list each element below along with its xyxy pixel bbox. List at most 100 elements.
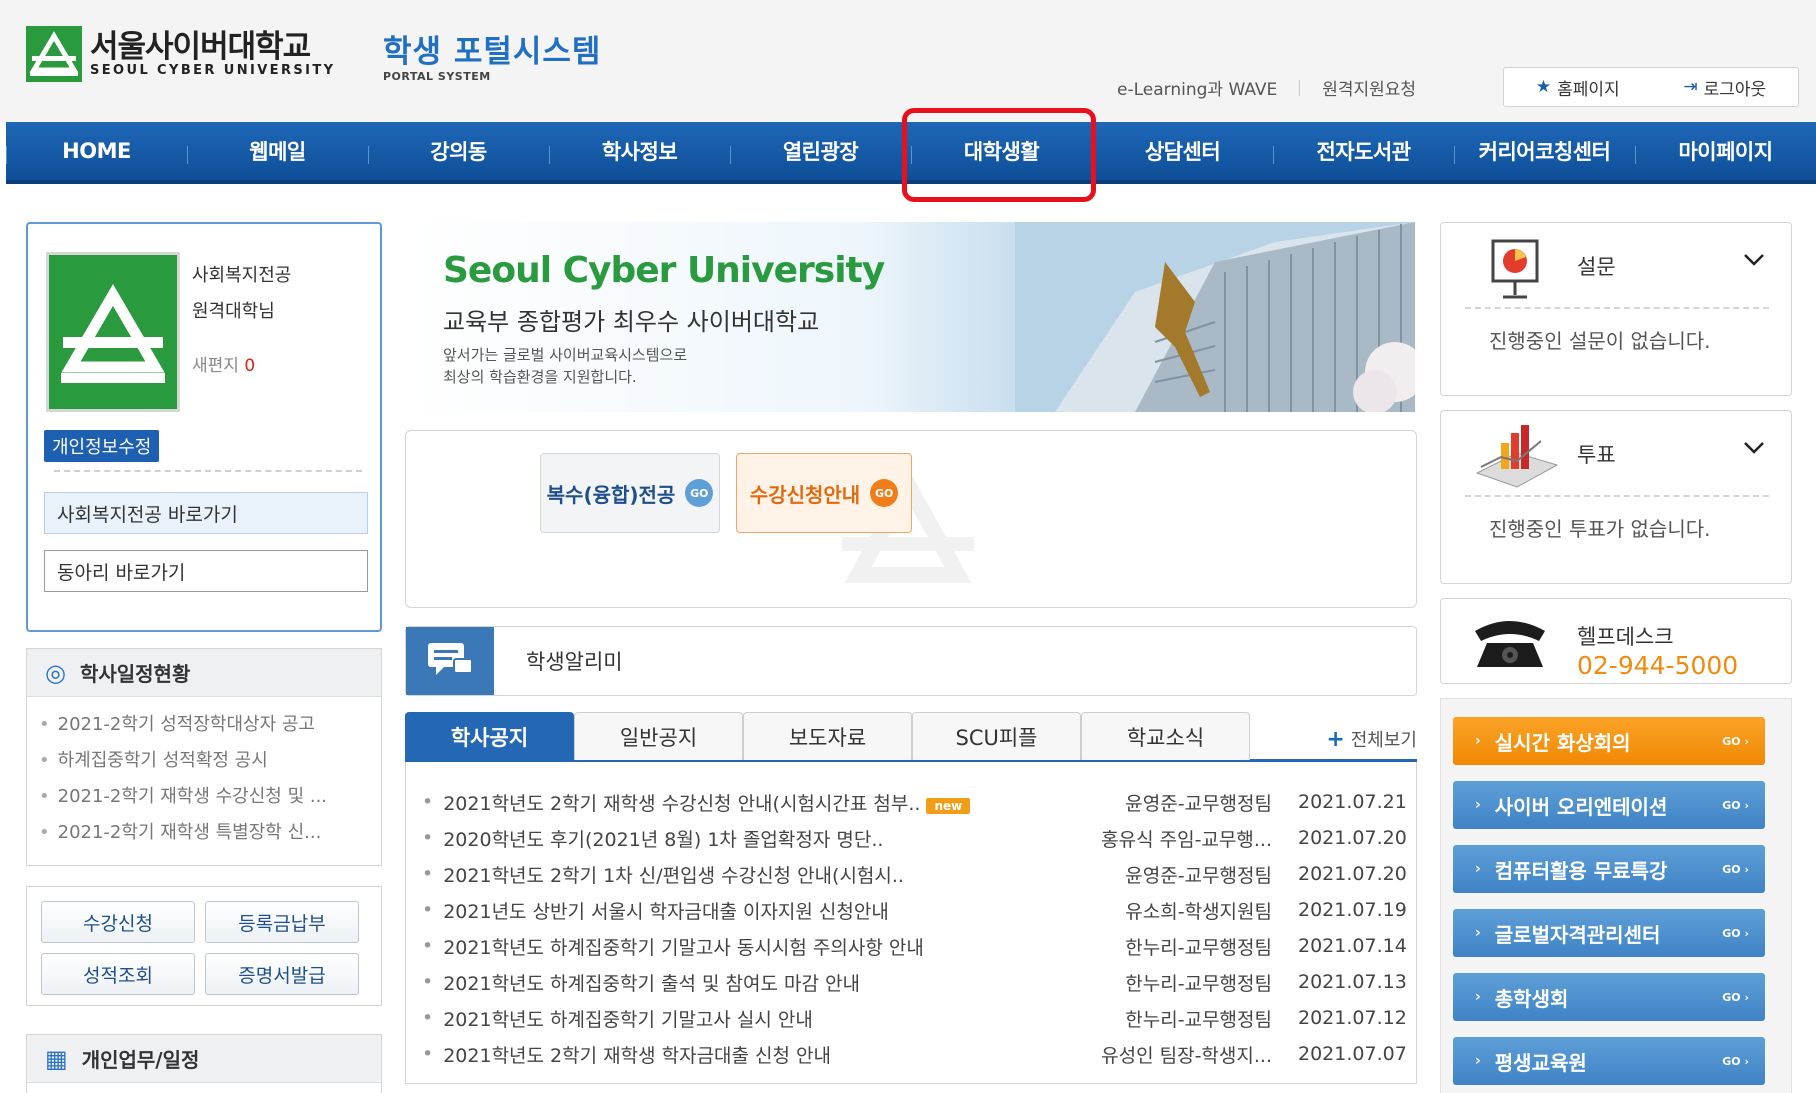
grade-inquiry-button[interactable]: 성적조회 <box>41 953 195 995</box>
survey-board-icon <box>1491 239 1539 299</box>
tab-academic-notice[interactable]: 학사공지 <box>405 712 574 760</box>
tab-general-notice[interactable]: 일반공지 <box>574 712 743 760</box>
banner-subtitle: 교육부 종합평가 최우수 사이버대학교 <box>443 308 820 336</box>
new-mail-link[interactable]: 새편지 0 <box>192 348 291 384</box>
notice-tabs: 학사공지 일반공지 보도자료 SCU피플 학교소식 + 전체보기 <box>405 712 1417 762</box>
tab-scu-people[interactable]: SCU피플 <box>912 712 1081 760</box>
personal-tasks-title: 개인업무/일정 <box>81 1048 200 1072</box>
student-council-button[interactable]: › 총학생회 GO › <box>1453 973 1765 1021</box>
new-mail-label: 새편지 <box>192 356 239 376</box>
schedule-list: 2021-2학기 성적장학대상자 공고 하계집중학기 성적확정 공시 2021-… <box>27 697 381 851</box>
chevron-right-icon: › <box>1475 797 1481 813</box>
homepage-label: 홈페이지 <box>1557 79 1620 100</box>
club-shortcut-button[interactable]: 동아리 바로가기 <box>44 550 368 592</box>
homepage-link[interactable]: ★ 홈페이지 <box>1536 75 1620 100</box>
academic-schedule-header: ◎ 학사일정현황 <box>27 649 381 697</box>
notice-row[interactable]: • 2020학년도 후기(2021년 8월) 1차 졸업확정자 명단.. 홍유식… <box>422 820 1407 856</box>
helpdesk-phone[interactable]: 02-944-5000 <box>1577 651 1738 680</box>
tab-press-release[interactable]: 보도자료 <box>743 712 912 760</box>
personal-tasks-box: ▦ 개인업무/일정 <box>26 1034 382 1093</box>
notice-author: 한누리-교무행정팀 <box>1125 1008 1272 1031</box>
main-banner[interactable]: Seoul Cyber University 교육부 종합평가 최우수 사이버대… <box>405 222 1415 412</box>
notice-title: 2021년도 상반기 서울시 학자금대출 이자지원 신청안내 <box>443 900 889 923</box>
utility-links: e-Learning과 WAVE 원격지원요청 <box>1117 75 1416 100</box>
tuition-payment-button[interactable]: 등록금납부 <box>205 901 359 943</box>
student-notifier-bar[interactable]: 학생알리미 <box>405 626 1417 696</box>
notice-row[interactable]: • 2021학년도 하계집중학기 출석 및 참여도 마감 안내 한누리-교무행정… <box>422 964 1407 1000</box>
chevron-right-icon: › <box>1475 925 1481 941</box>
logout-icon: ⇥ <box>1683 77 1698 97</box>
chevron-down-icon[interactable] <box>1743 441 1765 455</box>
notice-title: 2021학년도 하계집중학기 기말고사 실시 안내 <box>443 1008 813 1031</box>
nav-webmail[interactable]: 웹메일 <box>187 122 368 180</box>
nav-open-square[interactable]: 열린광장 <box>730 122 911 180</box>
portal-title: 학생 포털시스템 PORTAL SYSTEM <box>383 34 601 83</box>
nav-home[interactable]: HOME <box>6 122 187 180</box>
schedule-item[interactable]: 2021-2학기 성적장학대상자 공고 <box>39 707 379 743</box>
go-icon: GO <box>685 479 714 507</box>
live-video-conference-button[interactable]: › 실시간 화상회의 GO › <box>1453 717 1765 765</box>
double-major-button[interactable]: 복수(융합)전공 GO <box>540 453 720 533</box>
chevron-right-icon: › <box>1475 1053 1481 1069</box>
nav-digital-library[interactable]: 전자도서관 <box>1273 122 1454 180</box>
enrollment-guide-label: 수강신청안내 <box>749 482 861 507</box>
remote-support-link[interactable]: 원격지원요청 <box>1322 75 1416 100</box>
tab-school-news[interactable]: 학교소식 <box>1081 712 1250 760</box>
enrollment-guide-button[interactable]: 수강신청안내 GO <box>736 453 912 533</box>
notice-row[interactable]: • 2021학년도 2학기 1차 신/편입생 수강신청 안내(시험시.. 윤영준… <box>422 856 1407 892</box>
view-all-link[interactable]: + 전체보기 <box>1326 726 1417 752</box>
personal-tasks-header[interactable]: ▦ 개인업무/일정 <box>27 1035 381 1083</box>
nav-my-page[interactable]: 마이페이지 <box>1635 122 1816 180</box>
logo-korean-text: 서울사이버대학교 <box>90 29 311 65</box>
schedule-item[interactable]: 하계집중학기 성적확정 공시 <box>39 743 379 779</box>
go-label: GO › <box>1722 926 1749 940</box>
side-link-panel: › 실시간 화상회의 GO › › 사이버 오리엔테이션 GO › › 컴퓨터활… <box>1440 698 1792 1093</box>
schedule-item[interactable]: 2021-2학기 재학생 특별장학 신... <box>39 815 379 851</box>
campus-life-highlight-annotation <box>902 108 1096 202</box>
university-logo[interactable]: 서울사이버대학교 SEOUL CYBER UNIVERSITY <box>26 26 335 82</box>
divider <box>1299 79 1301 96</box>
bullet-icon: • <box>422 791 434 813</box>
certificate-issue-button[interactable]: 증명서발급 <box>205 953 359 995</box>
notice-date: 2021.07.13 <box>1298 971 1407 993</box>
star-icon: ★ <box>1535 77 1552 97</box>
go-label: GO › <box>1722 862 1749 876</box>
notice-row[interactable]: • 2021학년도 하계집중학기 기말고사 동시시험 주의사항 안내 한누리-교… <box>422 928 1407 964</box>
nav-career-coaching[interactable]: 커리어코칭센터 <box>1454 122 1635 180</box>
telephone-icon <box>1475 621 1545 667</box>
go-label: GO › <box>1722 1054 1749 1068</box>
side-link-label: 글로벌자격관리센터 <box>1494 922 1661 947</box>
side-link-label: 총학생회 <box>1494 986 1569 1011</box>
divider <box>1465 495 1769 497</box>
free-computer-lecture-button[interactable]: › 컴퓨터활용 무료특강 GO › <box>1453 845 1765 893</box>
logout-link[interactable]: ⇥ 로그아웃 <box>1683 75 1766 100</box>
quick-go-box: 복수(융합)전공 GO 수강신청안내 GO <box>405 430 1417 608</box>
elearning-wave-link[interactable]: e-Learning과 WAVE <box>1117 75 1277 100</box>
chevron-down-icon[interactable] <box>1743 253 1765 267</box>
chevron-right-icon: › <box>1475 861 1481 877</box>
nav-lecture-hall[interactable]: 강의동 <box>368 122 549 180</box>
global-certification-center-button[interactable]: › 글로벌자격관리센터 GO › <box>1453 909 1765 957</box>
profile-box: 사회복지전공 원격대학님 새편지 0 개인정보수정 사회복지전공 바로가기 동아… <box>26 222 382 632</box>
edit-privacy-button[interactable]: 개인정보수정 <box>44 430 160 462</box>
notice-author: 한누리-교무행정팀 <box>1125 972 1272 995</box>
portal-title-english: PORTAL SYSTEM <box>383 70 491 83</box>
chevron-right-icon: › <box>1475 733 1481 749</box>
double-major-label: 복수(융합)전공 <box>546 482 676 507</box>
notice-row[interactable]: • 2021년도 상반기 서울시 학자금대출 이자지원 신청안내 유소희-학생지… <box>422 892 1407 928</box>
banner-desc-line: 최상의 학습환경을 지원합니다. <box>443 368 637 386</box>
notice-row[interactable]: • 2021학년도 2학기 재학생 수강신청 안내(시험시간표 첨부.. new … <box>422 784 1407 820</box>
profile-name: 원격대학님 <box>192 301 275 322</box>
nav-counseling-center[interactable]: 상담센터 <box>1092 122 1273 180</box>
course-registration-button[interactable]: 수강신청 <box>41 901 195 943</box>
notice-date: 2021.07.20 <box>1298 827 1407 849</box>
cyber-orientation-button[interactable]: › 사이버 오리엔테이션 GO › <box>1453 781 1765 829</box>
major-shortcut-button[interactable]: 사회복지전공 바로가기 <box>44 492 368 534</box>
side-link-label: 평생교육원 <box>1494 1050 1587 1075</box>
lifelong-education-button[interactable]: › 평생교육원 GO › <box>1453 1037 1765 1085</box>
quick-menu-box: 수강신청 등록금납부 성적조회 증명서발급 <box>26 886 382 1006</box>
notice-row[interactable]: • 2021학년도 하계집중학기 기말고사 실시 안내 한누리-교무행정팀 20… <box>422 1000 1407 1036</box>
nav-academic-info[interactable]: 학사정보 <box>549 122 730 180</box>
notice-row[interactable]: • 2021학년도 2학기 재학생 학자금대출 신청 안내 유성인 팀장-학생지… <box>422 1036 1407 1072</box>
schedule-item[interactable]: 2021-2학기 재학생 수강신청 및 ... <box>39 779 379 815</box>
